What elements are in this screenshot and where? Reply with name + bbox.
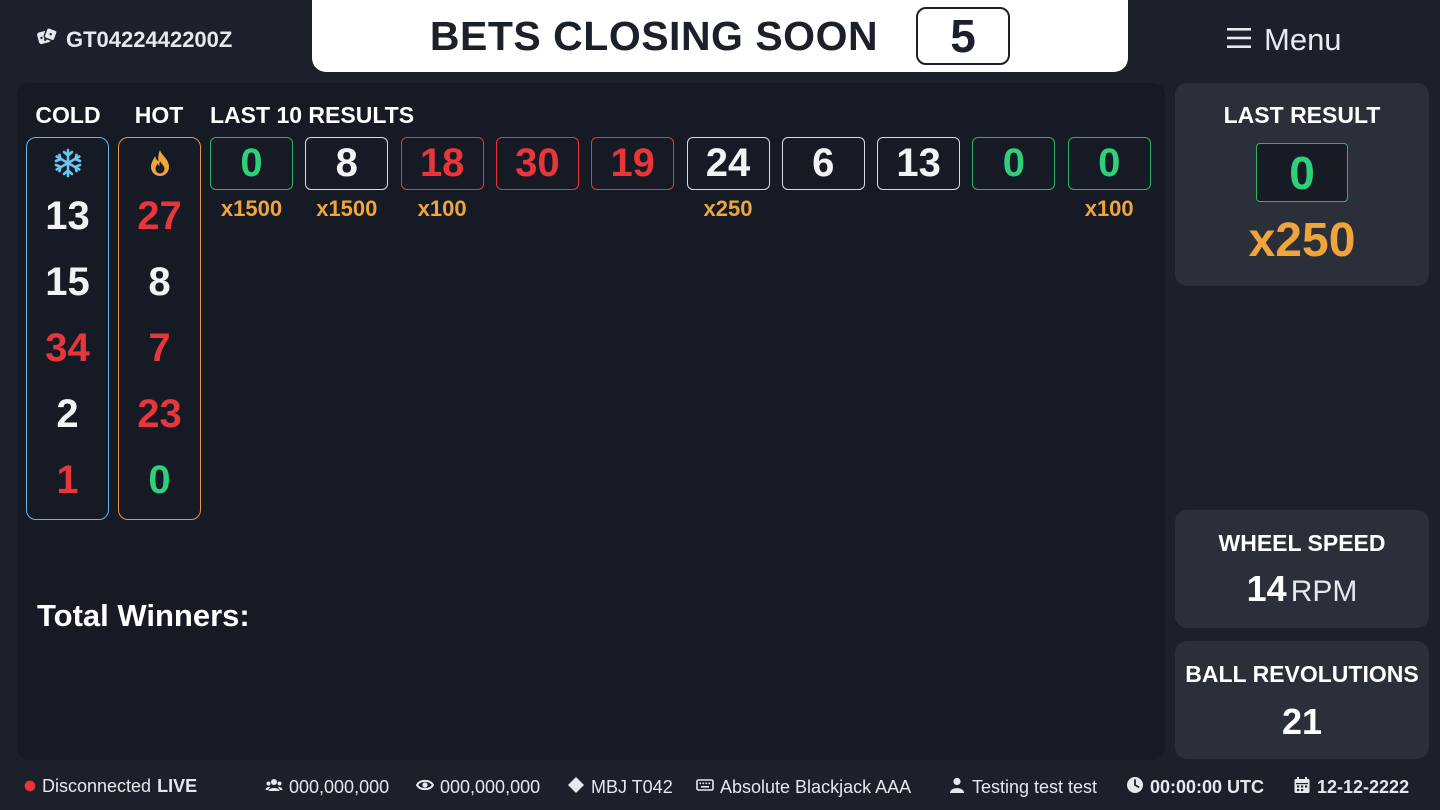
result-number: 0 [972, 137, 1056, 190]
diamond-icon [567, 776, 585, 799]
result-multiplier: x1500 [316, 196, 378, 221]
ball-revolutions-title: BALL REVOLUTIONS [1185, 661, 1419, 687]
wheel-speed-unit: RPM [1290, 575, 1358, 608]
game-id: GT0422442200Z [36, 26, 232, 54]
banner-text: BETS CLOSING SOON [429, 12, 879, 59]
total-winners-label: Total Winners: [37, 598, 250, 633]
countdown-timer: 5 [916, 7, 1011, 65]
last-results-header: LAST 10 RESULTS [210, 102, 415, 128]
result-multiplier: x100 [417, 196, 467, 221]
hamburger-icon [1226, 22, 1252, 58]
hot-number: 23 [137, 392, 182, 436]
utc-time: 00:00:00 UTC [1126, 776, 1264, 799]
connection-status: Disconnected LIVE [24, 776, 197, 797]
game-id-text: GT0422442200Z [66, 27, 233, 52]
result-number: 0 [1067, 137, 1151, 190]
user-name-value: Testing test test [972, 777, 1098, 797]
last-result-number: 0 [1256, 143, 1348, 202]
cold-header: COLD [35, 102, 101, 128]
result-multiplier: x250 [703, 196, 753, 221]
live-label: LIVE [157, 776, 198, 796]
ball-revolutions-value: 21 [1281, 701, 1323, 742]
result-number: 8 [305, 137, 389, 190]
hot-numbers-column: 27 8 7 23 0 [118, 137, 201, 520]
hot-number: 27 [137, 194, 182, 238]
eye-icon [415, 776, 435, 799]
table-code: MBJ T042 [567, 776, 673, 799]
cold-number: 15 [45, 260, 90, 304]
bets-closing-banner: BETS CLOSING SOON 5 [312, 0, 1128, 72]
wheel-speed-readout: 14 RPM [1175, 568, 1429, 610]
result-number: 6 [781, 137, 865, 190]
cold-numbers-column: 13 15 34 2 1 [26, 137, 109, 520]
cold-number: 34 [45, 326, 90, 370]
result-multiplier: x100 [1084, 196, 1134, 221]
calendar-icon [1293, 776, 1311, 799]
user-name: Testing test test [948, 776, 1097, 799]
players-value: 000,000,000 [289, 777, 390, 797]
hot-header: HOT [134, 102, 184, 128]
result-multiplier: x1500 [220, 196, 283, 221]
ball-revolutions-card: BALL REVOLUTIONS 21 [1175, 641, 1429, 759]
result-number: 13 [877, 137, 961, 190]
hot-number: 8 [148, 260, 171, 304]
result-number: 24 [686, 137, 770, 190]
last-result-multiplier: x250 [1248, 214, 1356, 267]
players-count: 000,000,000 [265, 776, 389, 799]
menu-button[interactable]: Menu [1226, 22, 1342, 58]
table-code-value: MBJ T042 [591, 777, 673, 797]
cold-number: 13 [45, 194, 90, 238]
time-value: 00:00:00 UTC [1150, 777, 1265, 797]
hot-number: 0 [148, 458, 171, 502]
snowflake-icon [27, 148, 108, 180]
status-footer: Disconnected LIVE 000,000,000 000,000,00… [0, 772, 1440, 802]
result-number: 18 [400, 137, 484, 190]
last-result-card: LAST RESULT 0 x250 [1175, 83, 1429, 286]
dice-icon [36, 26, 58, 54]
result-number: 30 [495, 137, 579, 190]
table-name-value: Absolute Blackjack AAA [720, 777, 912, 797]
status-text: Disconnected [42, 776, 152, 796]
menu-label: Menu [1264, 22, 1342, 57]
viewers-count: 000,000,000 [415, 776, 541, 799]
wheel-speed-title: WHEEL SPEED [1218, 530, 1386, 556]
last-result-title: LAST RESULT [1223, 102, 1381, 128]
result-number: 0 [210, 137, 293, 190]
date-value: 12-12-2222 [1317, 777, 1410, 797]
flame-icon [119, 148, 200, 180]
users-icon [265, 776, 283, 799]
result-number: 19 [591, 137, 675, 190]
hot-number: 7 [148, 326, 171, 370]
user-icon [948, 776, 966, 799]
date: 12-12-2222 [1293, 776, 1409, 799]
viewers-value: 000,000,000 [440, 777, 541, 797]
table-name: Absolute Blackjack AAA [696, 776, 911, 799]
wheel-speed-value: 14 [1246, 568, 1287, 609]
status-dot-icon [24, 776, 36, 797]
cold-number: 2 [56, 392, 79, 436]
cold-number: 1 [56, 458, 79, 502]
clock-icon [1126, 776, 1144, 799]
keyboard-icon [696, 776, 714, 799]
wheel-speed-card: WHEEL SPEED 14 RPM [1175, 510, 1429, 628]
